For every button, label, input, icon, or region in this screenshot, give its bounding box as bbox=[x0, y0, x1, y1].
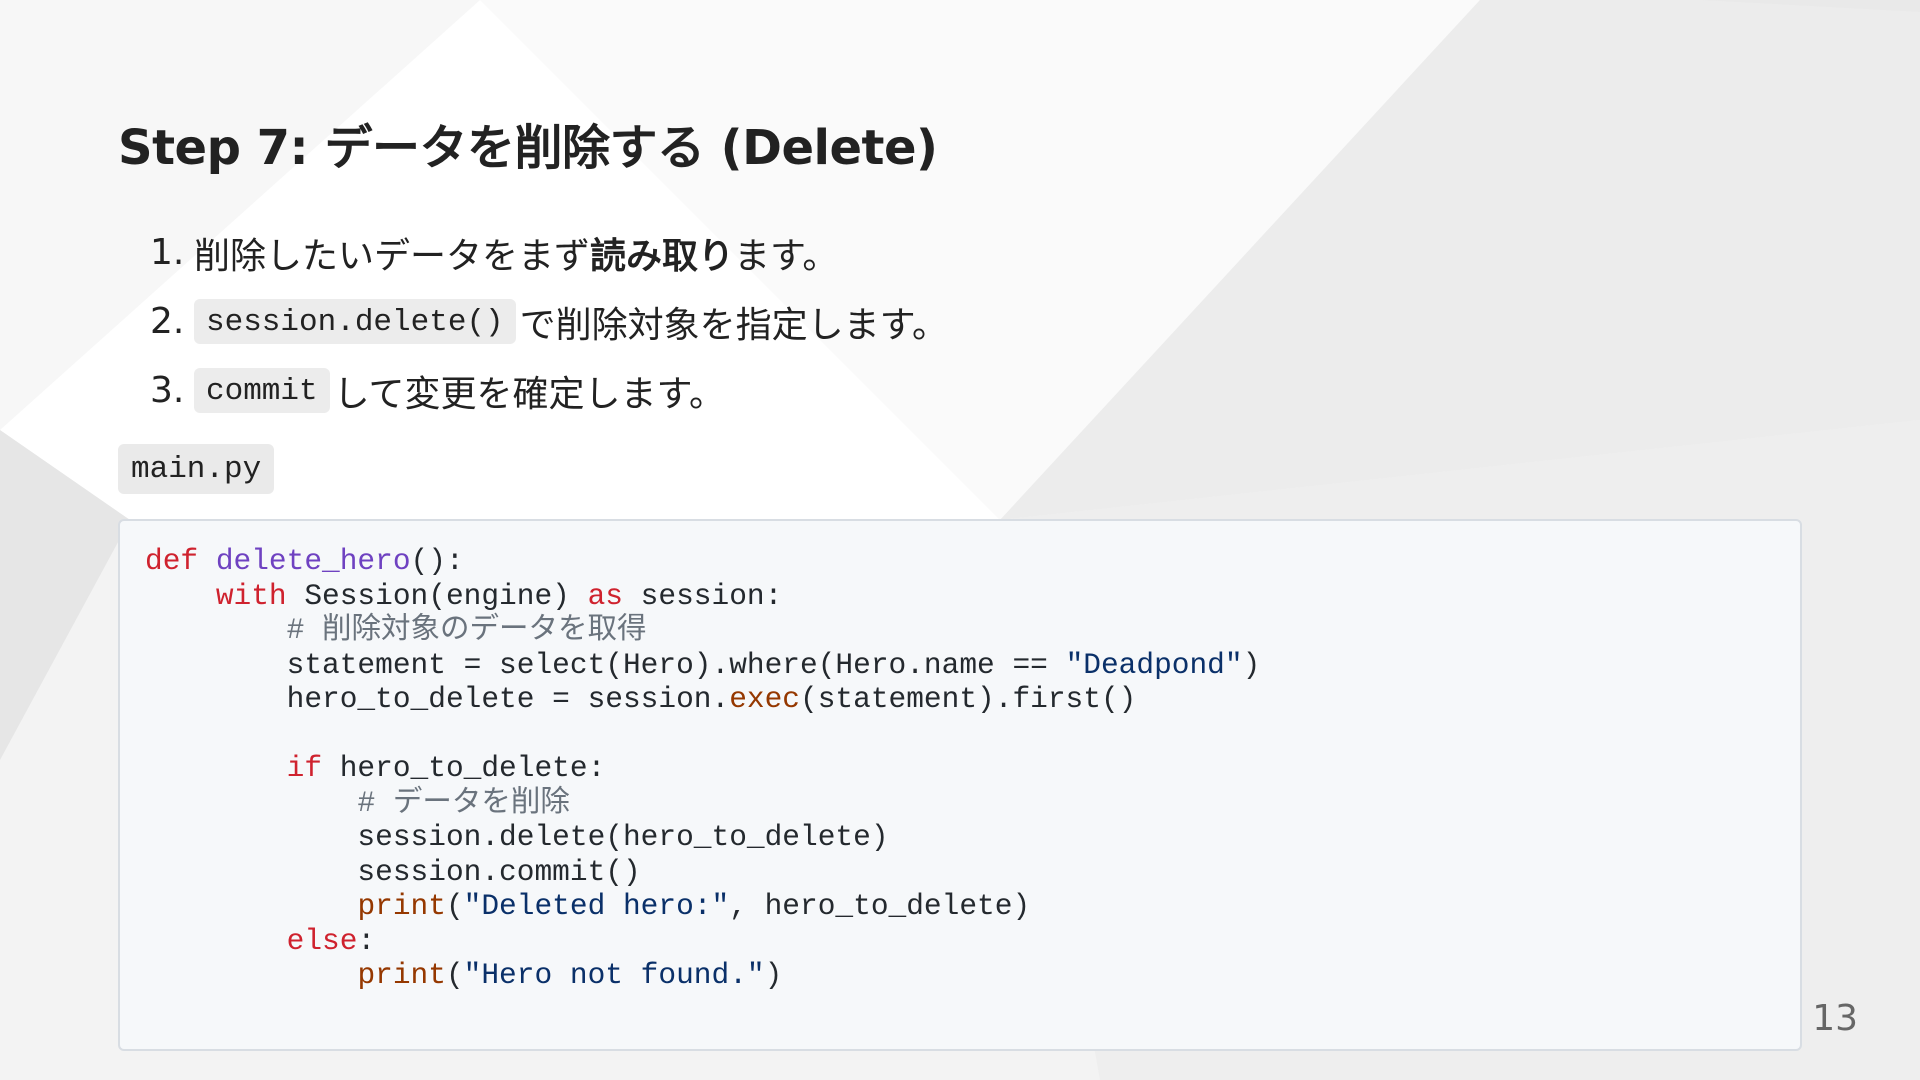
code-token: (statement).first() bbox=[800, 682, 1137, 716]
code-token: ) bbox=[764, 958, 783, 992]
code-file-label: main.py bbox=[118, 444, 275, 494]
code-token: print bbox=[357, 958, 446, 992]
code-token: "Deleted hero:" bbox=[463, 889, 730, 923]
step-number: 3. bbox=[150, 370, 185, 411]
code-token: # データを削除 bbox=[357, 785, 570, 820]
code-line: session.delete(hero_to_delete) bbox=[145, 820, 1800, 855]
code-token: ( bbox=[445, 889, 464, 923]
code-token: as bbox=[587, 578, 623, 613]
code-token: (): bbox=[410, 544, 464, 578]
code-line: # データを削除 bbox=[145, 786, 1800, 821]
code-line: else: bbox=[145, 924, 1800, 959]
code-token: ) bbox=[1242, 647, 1261, 682]
code-token: hero_to_delete = session. bbox=[145, 682, 730, 716]
code-token: if bbox=[286, 751, 323, 785]
code-token: # 削除対象のデータを取得 bbox=[286, 613, 647, 647]
code-line: statement = select(Hero).where(Hero.name… bbox=[145, 648, 1800, 683]
step-number: 1. bbox=[150, 232, 185, 273]
step-item: 3. commit して変更を確定します。 bbox=[150, 356, 948, 425]
inline-code: commit bbox=[194, 368, 330, 413]
code-line: print("Deleted hero:", hero_to_delete) bbox=[145, 889, 1800, 924]
code-line: session.commit() bbox=[145, 855, 1800, 890]
step-text: して変更を確定します。 bbox=[333, 373, 725, 415]
step-item: 2. session.delete() で削除対象を指定します。 bbox=[150, 287, 948, 356]
code-token: Session(engine) bbox=[286, 578, 588, 613]
page-number: 13 bbox=[1812, 998, 1858, 1039]
code-line: if hero_to_delete: bbox=[145, 751, 1800, 786]
step-item: 1. 削除したいデータをまず 読み取り ます。 bbox=[150, 218, 948, 287]
step-bold-text: 読み取り bbox=[590, 235, 735, 277]
code-token: , hero_to_delete) bbox=[729, 889, 1031, 923]
step-number: 2. bbox=[150, 301, 185, 342]
slide-title: Step 7: データを削除する (Delete) bbox=[118, 120, 938, 176]
code-token: with bbox=[215, 578, 287, 613]
code-token: : bbox=[357, 923, 376, 958]
code-token: hero_to_delete: bbox=[322, 751, 606, 785]
step-text: で削除対象を指定します。 bbox=[519, 304, 949, 346]
code-line: with Session(engine) as session: bbox=[145, 579, 1800, 614]
step-text: 削除したいデータをまず bbox=[194, 235, 591, 277]
code-token: ( bbox=[445, 958, 464, 992]
code-token: exec bbox=[729, 682, 801, 716]
code-token: session: bbox=[622, 578, 783, 613]
slide: Step 7: データを削除する (Delete) 1. 削除したいデータをまず… bbox=[0, 0, 1920, 1080]
code-token: print bbox=[357, 889, 446, 923]
code-token: delete_hero bbox=[215, 544, 411, 578]
code-line: # 削除対象のデータを取得 bbox=[145, 613, 1800, 648]
step-text: ます。 bbox=[734, 235, 839, 277]
code-line: def delete_hero(): bbox=[145, 544, 1800, 579]
code-token: def bbox=[145, 544, 199, 578]
code-token: statement = select(Hero).where(Hero.name… bbox=[145, 647, 1066, 682]
steps-list: 1. 削除したいデータをまず 読み取り ます。 2. session.delete(… bbox=[150, 218, 948, 425]
inline-code: session.delete() bbox=[194, 299, 516, 344]
code-token: else bbox=[286, 923, 358, 958]
code-token: session.delete(hero_to_delete) bbox=[145, 820, 889, 854]
code-token: "Hero not found." bbox=[463, 958, 765, 992]
code-token: session.commit() bbox=[145, 854, 641, 889]
code-token: "Deadpond" bbox=[1065, 647, 1243, 682]
code-content: def delete_hero(): with Session(engine) … bbox=[145, 544, 1800, 993]
code-block: def delete_hero(): with Session(engine) … bbox=[118, 519, 1802, 1051]
code-line: print("Hero not found.") bbox=[145, 958, 1800, 993]
code-line: hero_to_delete = session.exec(statement)… bbox=[145, 682, 1800, 717]
